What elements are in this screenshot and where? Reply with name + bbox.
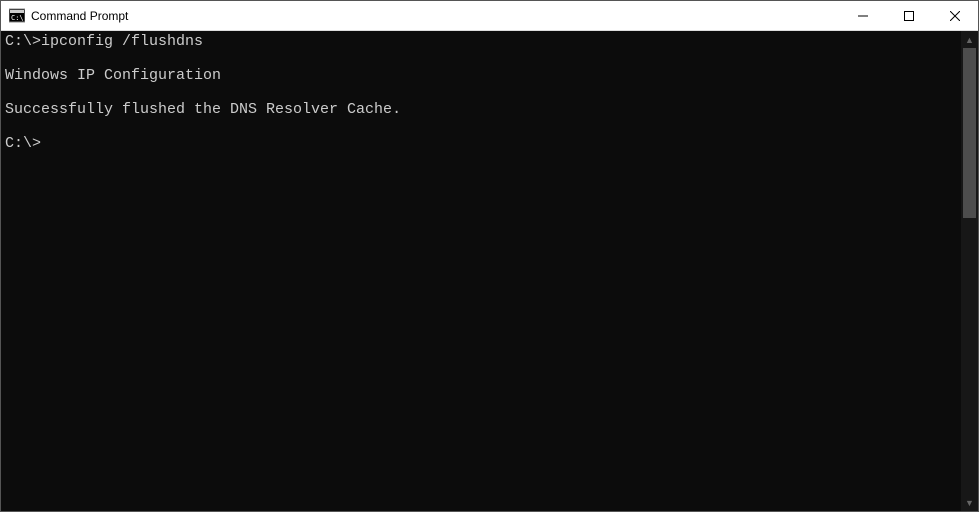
scroll-track[interactable] — [961, 48, 978, 494]
maximize-button[interactable] — [886, 1, 932, 30]
terminal-line: C:\>ipconfig /flushdns — [5, 33, 959, 50]
terminal-line: Windows IP Configuration — [5, 67, 959, 84]
client-area: C:\>ipconfig /flushdns Windows IP Configu… — [1, 31, 978, 511]
terminal-line: C:\> — [5, 135, 959, 152]
terminal-line — [5, 118, 959, 135]
close-button[interactable] — [932, 1, 978, 30]
scroll-up-arrow[interactable]: ▲ — [961, 31, 978, 48]
terminal-line — [5, 50, 959, 67]
titlebar[interactable]: C:\ Command Prompt — [1, 1, 978, 31]
command-prompt-window: C:\ Command Prompt C:\>ipconfig /flushdn… — [0, 0, 979, 512]
window-controls — [840, 1, 978, 30]
vertical-scrollbar[interactable]: ▲ ▼ — [961, 31, 978, 511]
scroll-down-arrow[interactable]: ▼ — [961, 494, 978, 511]
terminal-line — [5, 84, 959, 101]
window-title: Command Prompt — [31, 9, 840, 23]
terminal-line: Successfully flushed the DNS Resolver Ca… — [5, 101, 959, 118]
command-prompt-icon: C:\ — [9, 8, 25, 24]
scroll-thumb[interactable] — [963, 48, 976, 218]
terminal-output[interactable]: C:\>ipconfig /flushdns Windows IP Configu… — [1, 31, 961, 511]
minimize-button[interactable] — [840, 1, 886, 30]
svg-text:C:\: C:\ — [11, 14, 24, 22]
